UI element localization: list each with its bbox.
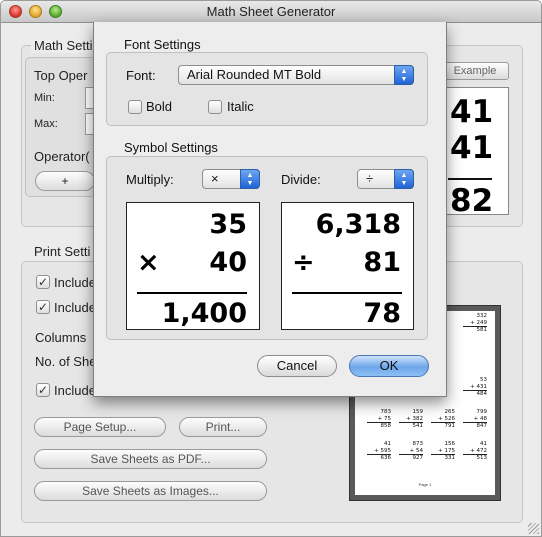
sheet-problem: 41 + 595 636 (367, 441, 391, 462)
multiply-sample-top: 35 (209, 209, 247, 240)
bold-label: Bold (146, 99, 173, 114)
operator-label: Operator( (34, 149, 90, 164)
font-settings-sheet: Font Settings Font: Arial Rounded MT Bol… (93, 22, 447, 397)
font-settings-group (106, 52, 428, 126)
include-checkbox-3[interactable]: ✓ (36, 383, 50, 397)
page-footer: Page 1 (418, 482, 432, 487)
sheet-problem: 156 + 175 331 (431, 441, 455, 462)
multiply-label: Multiply: (126, 172, 174, 187)
example-preview: 41 41 82 (441, 87, 509, 215)
preview-result: 82 (450, 183, 494, 215)
italic-checkbox[interactable] (208, 100, 222, 114)
sheet-problem: 53 + 431 484 (463, 377, 487, 398)
multiply-sample-bottom: 40 (209, 247, 247, 278)
popup-arrows-icon: ▲ ▼ (394, 65, 414, 85)
multiply-sample-result: 1,400 (161, 298, 247, 329)
cancel-button[interactable]: Cancel (257, 355, 337, 377)
multiply-popup-value: × (211, 171, 219, 186)
sheet-problem-line: 791 (431, 422, 455, 430)
popup-arrows-icon: ▲ ▼ (394, 169, 414, 189)
include-label-3: Include (54, 383, 96, 398)
preview-divider (448, 178, 492, 180)
divide-popup[interactable]: ÷ ▲ ▼ (357, 169, 414, 189)
include-checkbox-1[interactable]: ✓ (36, 275, 50, 289)
preview-bottom: 41 (450, 130, 494, 166)
multiply-sample: 35 × 40 1,400 (126, 202, 260, 330)
sheet-problem: 41 + 472 513 (463, 441, 487, 462)
sheet-problem-line: 541 (399, 422, 423, 430)
divide-sample-operator: ÷ (292, 247, 315, 278)
divide-popup-value: ÷ (366, 171, 374, 186)
ok-button[interactable]: OK (349, 355, 429, 377)
sheet-problem-line: 484 (463, 390, 487, 398)
sheet-problem-line: 636 (367, 454, 391, 462)
bold-checkbox[interactable] (128, 100, 142, 114)
divide-sample-line (292, 292, 402, 294)
sheet-problem: 783 + 75 858 (367, 409, 391, 430)
divide-sample-bottom: 81 (363, 247, 401, 278)
top-operand-label: Top Oper (34, 68, 88, 83)
print-settings-title: Print Setti (31, 244, 94, 259)
resize-grip[interactable] (528, 523, 539, 534)
print-button[interactable]: Print... (179, 417, 267, 437)
sheet-problem-line: 513 (463, 454, 487, 462)
divide-sample: 6,318 ÷ 81 78 (281, 202, 414, 330)
multiply-popup[interactable]: × ▲ ▼ (202, 169, 260, 189)
sheet-problem-line: 927 (399, 454, 423, 462)
divide-sample-result: 78 (363, 298, 401, 329)
divide-sample-top: 6,318 (315, 209, 401, 240)
include-checkbox-2[interactable]: ✓ (36, 300, 50, 314)
sheet-problem: 799 + 48 847 (463, 409, 487, 430)
divide-label: Divide: (281, 172, 321, 187)
multiply-sample-line (137, 292, 247, 294)
include-label-1: Include (54, 275, 96, 290)
title-bar[interactable]: Math Sheet Generator (1, 1, 541, 23)
sheet-problem: 873 + 54 927 (399, 441, 423, 462)
font-settings-title: Font Settings (124, 37, 201, 52)
add-operator-button[interactable]: + (35, 171, 95, 191)
symbol-settings-title: Symbol Settings (124, 140, 218, 155)
sheet-problem: 265 + 526 791 (431, 409, 455, 430)
math-settings-title: Math Setti (31, 38, 96, 53)
sheet-problem-line: 858 (367, 422, 391, 430)
page-setup-button[interactable]: Page Setup... (34, 417, 166, 437)
save-images-button[interactable]: Save Sheets as Images... (34, 481, 267, 501)
max-label: Max: (34, 118, 58, 130)
sheet-problem-line: 581 (463, 326, 487, 334)
no-of-sheets-label: No. of She (35, 354, 97, 369)
preview-top: 41 (450, 94, 494, 130)
min-label: Min: (34, 92, 55, 104)
sheet-problem: 159 + 382 541 (399, 409, 423, 430)
sheet-problem-line: 331 (431, 454, 455, 462)
save-pdf-button[interactable]: Save Sheets as PDF... (34, 449, 267, 469)
multiply-sample-operator: × (137, 247, 160, 278)
popup-arrows-icon: ▲ ▼ (240, 169, 260, 189)
italic-label: Italic (227, 99, 254, 114)
font-label: Font: (126, 68, 156, 83)
sheet-problem: 332 + 249 581 (463, 313, 487, 334)
window-title: Math Sheet Generator (206, 4, 336, 19)
font-popup-value: Arial Rounded MT Bold (187, 67, 322, 82)
font-popup[interactable]: Arial Rounded MT Bold ▲ ▼ (178, 65, 414, 85)
sheet-problem-line: 847 (463, 422, 487, 430)
include-label-2: Include (54, 300, 96, 315)
example-button[interactable]: Example (441, 62, 509, 80)
columns-label: Columns (35, 330, 87, 345)
